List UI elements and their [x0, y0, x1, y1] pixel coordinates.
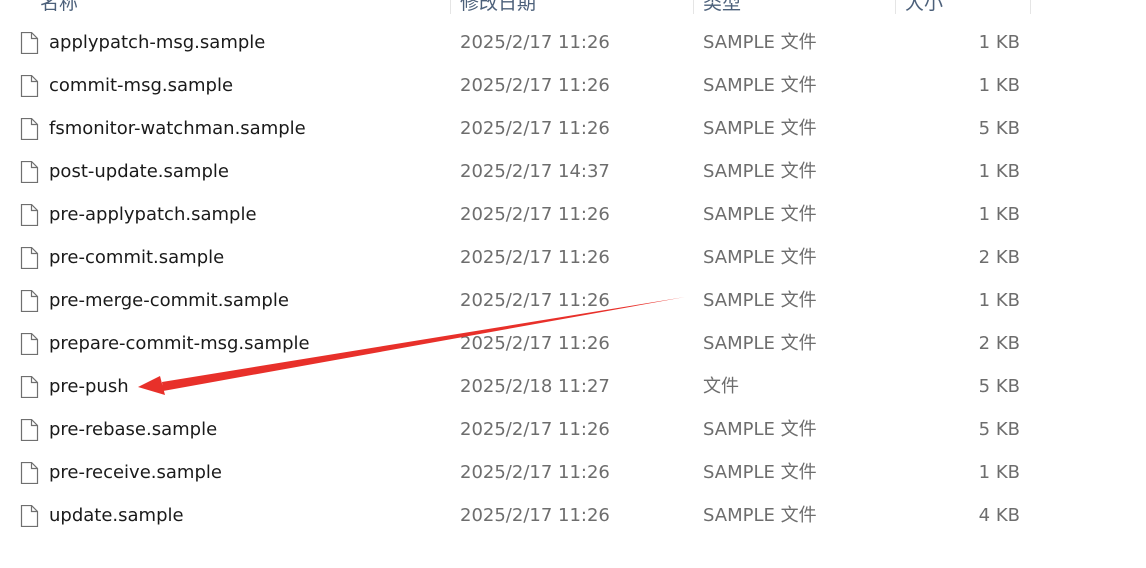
column-divider[interactable]: [450, 0, 451, 14]
file-icon: [20, 74, 39, 98]
file-size: 1 KB: [978, 290, 1020, 311]
file-icon: [20, 246, 39, 270]
file-name: prepare-commit-msg.sample: [49, 333, 310, 354]
file-size: 5 KB: [978, 419, 1020, 440]
column-header-size[interactable]: 大小: [905, 0, 943, 14]
file-date: 2025/2/17 14:37: [460, 161, 610, 182]
file-size: 1 KB: [978, 462, 1020, 483]
file-size: 1 KB: [978, 204, 1020, 225]
file-date: 2025/2/17 11:26: [460, 333, 610, 354]
file-type: SAMPLE 文件: [703, 290, 817, 311]
file-name: pre-merge-commit.sample: [49, 290, 289, 311]
file-row[interactable]: pre-commit.sample 2025/2/17 11:26 SAMPLE…: [0, 236, 1146, 279]
file-date: 2025/2/17 11:26: [460, 32, 610, 53]
file-name: pre-applypatch.sample: [49, 204, 257, 225]
file-list: applypatch-msg.sample 2025/2/17 11:26 SA…: [0, 21, 1146, 537]
file-date: 2025/2/17 11:26: [460, 118, 610, 139]
file-name: pre-rebase.sample: [49, 419, 218, 440]
file-icon: [20, 461, 39, 485]
file-icon: [20, 31, 39, 55]
file-row[interactable]: post-update.sample 2025/2/17 14:37 SAMPL…: [0, 150, 1146, 193]
file-row[interactable]: pre-receive.sample 2025/2/17 11:26 SAMPL…: [0, 451, 1146, 494]
file-row[interactable]: pre-applypatch.sample 2025/2/17 11:26 SA…: [0, 193, 1146, 236]
file-type: SAMPLE 文件: [703, 161, 817, 182]
file-type: SAMPLE 文件: [703, 419, 817, 440]
file-size: 1 KB: [978, 75, 1020, 96]
file-icon: [20, 418, 39, 442]
file-row[interactable]: pre-rebase.sample 2025/2/17 11:26 SAMPLE…: [0, 408, 1146, 451]
file-row[interactable]: applypatch-msg.sample 2025/2/17 11:26 SA…: [0, 21, 1146, 64]
file-icon: [20, 117, 39, 141]
file-size: 2 KB: [978, 333, 1020, 354]
file-date: 2025/2/17 11:26: [460, 505, 610, 526]
file-size: 4 KB: [978, 505, 1020, 526]
file-size: 5 KB: [978, 118, 1020, 139]
file-row[interactable]: commit-msg.sample 2025/2/17 11:26 SAMPLE…: [0, 64, 1146, 107]
file-name: applypatch-msg.sample: [49, 32, 266, 53]
file-date: 2025/2/17 11:26: [460, 247, 610, 268]
file-date: 2025/2/17 11:26: [460, 75, 610, 96]
column-header-type[interactable]: 类型: [703, 0, 741, 14]
file-date: 2025/2/17 11:26: [460, 419, 610, 440]
file-name: commit-msg.sample: [49, 75, 234, 96]
column-header-date[interactable]: 修改日期: [460, 0, 536, 14]
file-icon: [20, 289, 39, 313]
file-type: SAMPLE 文件: [703, 462, 817, 483]
column-header: 名称 修改日期 类型 大小: [0, 0, 1146, 14]
column-divider[interactable]: [895, 0, 896, 14]
file-icon: [20, 160, 39, 184]
column-header-name[interactable]: 名称: [40, 0, 78, 14]
column-divider[interactable]: [693, 0, 694, 14]
file-type: 文件: [703, 376, 739, 397]
file-type: SAMPLE 文件: [703, 505, 817, 526]
file-row[interactable]: update.sample 2025/2/17 11:26 SAMPLE 文件 …: [0, 494, 1146, 537]
file-type: SAMPLE 文件: [703, 75, 817, 96]
column-divider[interactable]: [1030, 0, 1031, 14]
file-name: pre-push: [49, 376, 129, 397]
file-size: 1 KB: [978, 32, 1020, 53]
file-name: pre-commit.sample: [49, 247, 225, 268]
file-row[interactable]: pre-merge-commit.sample 2025/2/17 11:26 …: [0, 279, 1146, 322]
file-icon: [20, 203, 39, 227]
file-date: 2025/2/17 11:26: [460, 204, 610, 225]
file-icon: [20, 332, 39, 356]
file-row[interactable]: fsmonitor-watchman.sample 2025/2/17 11:2…: [0, 107, 1146, 150]
file-size: 5 KB: [978, 376, 1020, 397]
file-row-pre-push[interactable]: pre-push 2025/2/18 11:27 文件 5 KB: [0, 365, 1146, 408]
file-type: SAMPLE 文件: [703, 333, 817, 354]
file-type: SAMPLE 文件: [703, 32, 817, 53]
file-name: post-update.sample: [49, 161, 229, 182]
file-date: 2025/2/18 11:27: [460, 376, 610, 397]
file-icon: [20, 375, 39, 399]
file-row[interactable]: prepare-commit-msg.sample 2025/2/17 11:2…: [0, 322, 1146, 365]
file-size: 2 KB: [978, 247, 1020, 268]
file-type: SAMPLE 文件: [703, 118, 817, 139]
file-date: 2025/2/17 11:26: [460, 462, 610, 483]
file-type: SAMPLE 文件: [703, 204, 817, 225]
file-size: 1 KB: [978, 161, 1020, 182]
file-date: 2025/2/17 11:26: [460, 290, 610, 311]
file-type: SAMPLE 文件: [703, 247, 817, 268]
file-icon: [20, 504, 39, 528]
file-name: fsmonitor-watchman.sample: [49, 118, 306, 139]
file-name: update.sample: [49, 505, 184, 526]
file-name: pre-receive.sample: [49, 462, 222, 483]
